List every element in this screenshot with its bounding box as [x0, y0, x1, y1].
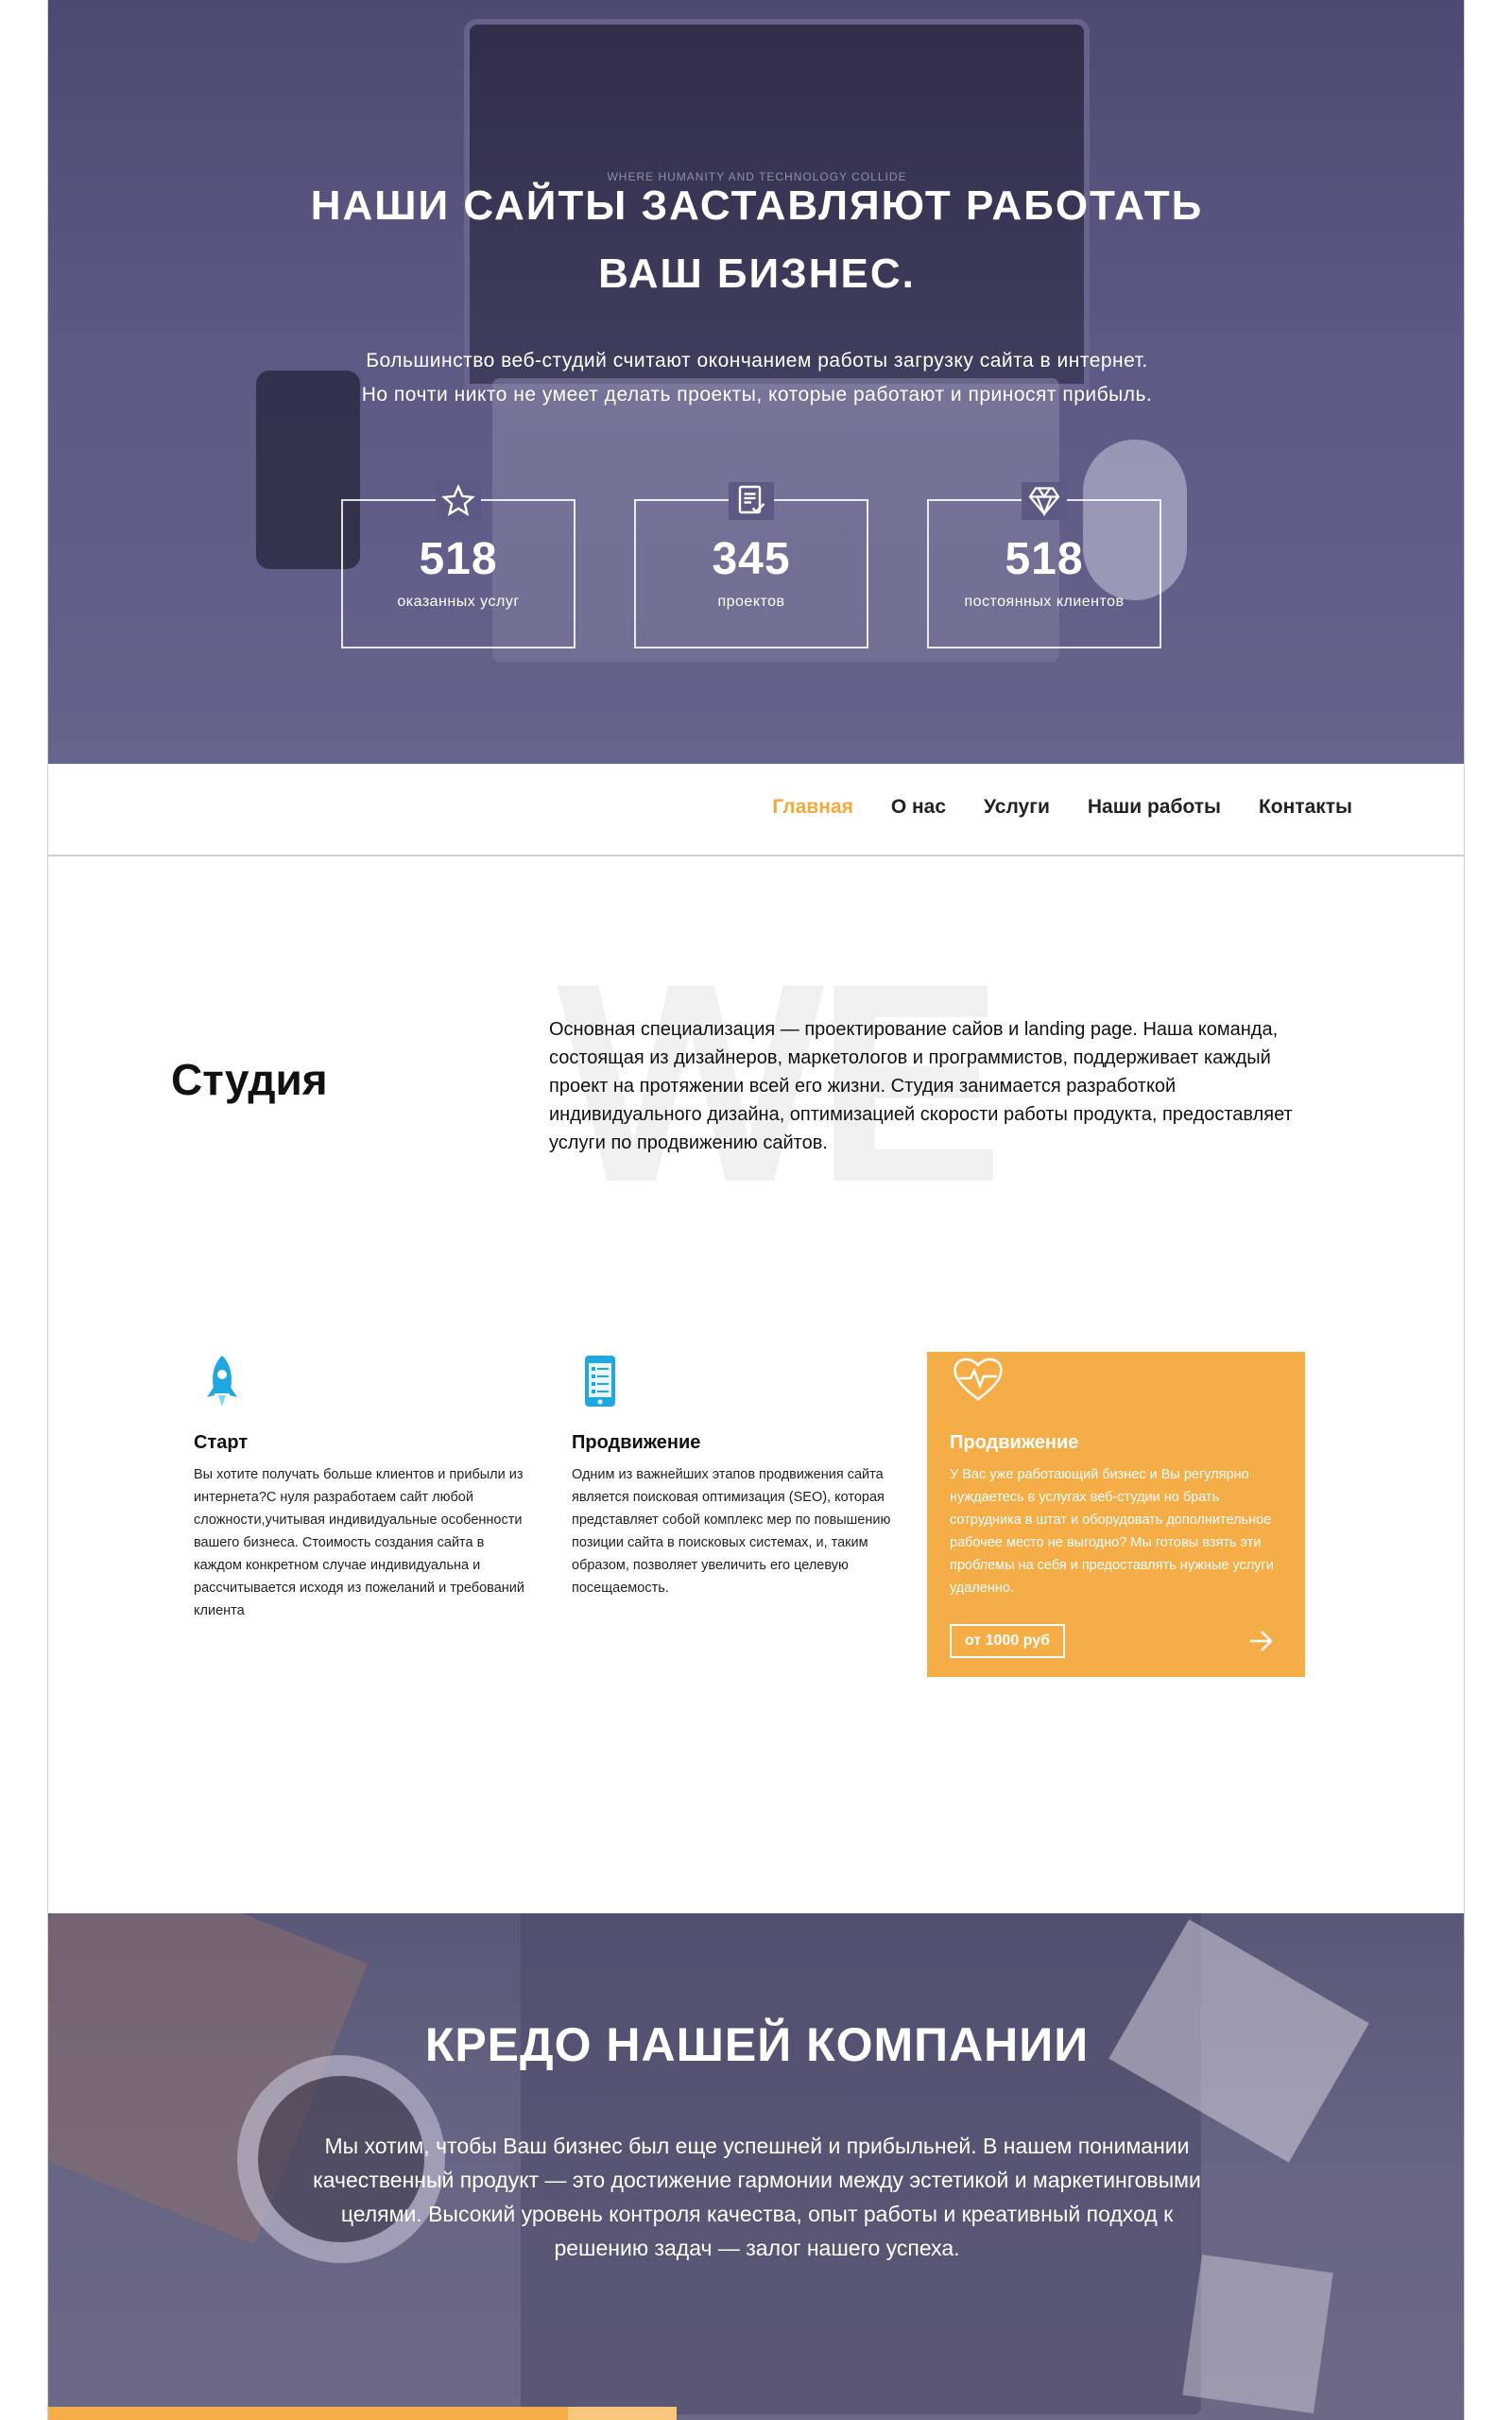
stat-label: постоянных клиентов	[964, 594, 1125, 610]
page-frame: WHERE HUMANITY AND TECHNOLOGY COLLIDE НА…	[47, 0, 1465, 2420]
service-card-promotion: Продвижение Одним из важнейших этапов пр…	[549, 1352, 927, 1677]
service-card-start: Старт Вы хотите получать больше клиентов…	[171, 1352, 549, 1677]
nav-item-portfolio[interactable]: Наши работы	[1088, 796, 1221, 819]
nav-item-services[interactable]: Услуги	[984, 796, 1050, 819]
credo-section: КРЕДО НАШЕЙ КОМПАНИИ Мы хотим, чтобы Ваш…	[48, 1913, 1464, 2420]
nav-item-contacts[interactable]: Контакты	[1259, 796, 1352, 819]
price-button[interactable]: от 1000 руб	[950, 1624, 1066, 1658]
studio-description: Основная специализация — проектирование …	[549, 1019, 1293, 1153]
stat-label: оказанных услуг	[397, 594, 520, 610]
star-icon	[436, 482, 481, 520]
stat-value: 518	[419, 534, 498, 584]
document-check-icon	[729, 482, 774, 520]
credo-title: КРЕДО НАШЕЙ КОМПАНИИ	[424, 2018, 1090, 2071]
hero-title: НАШИ САЙТЫ ЗАСТАВЛЯЮТ РАБОТАТЬ ВАШ БИЗНЕ…	[48, 172, 1464, 308]
stat-value: 518	[1005, 534, 1084, 584]
service-text: Одним из важнейших этапов продвижения са…	[572, 1467, 891, 1596]
hero-title-line2: ВАШ БИЗНЕС.	[598, 251, 916, 297]
credo-text: Мы хотим, чтобы Ваш бизнес был еще успеш…	[313, 2134, 1201, 2260]
stat-card-services: 518 оказанных услуг	[341, 482, 576, 648]
nav-menu: Главная О нас Услуги Наши работы Контакт…	[772, 796, 1352, 819]
arrow-right-icon[interactable]	[1246, 1628, 1275, 1654]
nav-item-about[interactable]: О нас	[891, 796, 946, 819]
credo-bg-note	[1182, 2254, 1333, 2414]
stat-value: 345	[712, 534, 791, 584]
rocket-icon	[194, 1352, 250, 1412]
studio-title: Студия	[171, 1055, 328, 1104]
stat-label: проектов	[717, 594, 785, 610]
service-title: Старт	[194, 1432, 249, 1453]
service-card-outsourcing: Продвижение У Вас уже работающий бизнес …	[927, 1352, 1305, 1677]
diamond-icon	[1022, 482, 1067, 520]
stat-card-projects: 345 проектов	[634, 482, 868, 648]
heart-pulse-icon	[950, 1352, 1006, 1412]
service-title: Продвижение	[572, 1432, 701, 1453]
hero-section: WHERE HUMANITY AND TECHNOLOGY COLLIDE НА…	[48, 0, 1464, 764]
credo-accent-bar-light	[568, 2407, 677, 2420]
mobile-checklist-icon	[572, 1352, 628, 1412]
stat-card-clients: 518 постоянных клиентов	[927, 482, 1161, 648]
service-text: Вы хотите получать больше клиентов и при…	[194, 1467, 524, 1618]
nav-item-home[interactable]: Главная	[772, 796, 852, 819]
service-text: У Вас уже работающий бизнес и Вы регуляр…	[950, 1467, 1274, 1596]
hero-title-line1: НАШИ САЙТЫ ЗАСТАВЛЯЮТ РАБОТАТЬ	[310, 182, 1204, 229]
service-title: Продвижение	[950, 1432, 1079, 1453]
main-nav: Главная О нас Услуги Наши работы Контакт…	[48, 764, 1464, 856]
hero-lead: Большинство веб-студий считают окончание…	[361, 350, 1153, 406]
